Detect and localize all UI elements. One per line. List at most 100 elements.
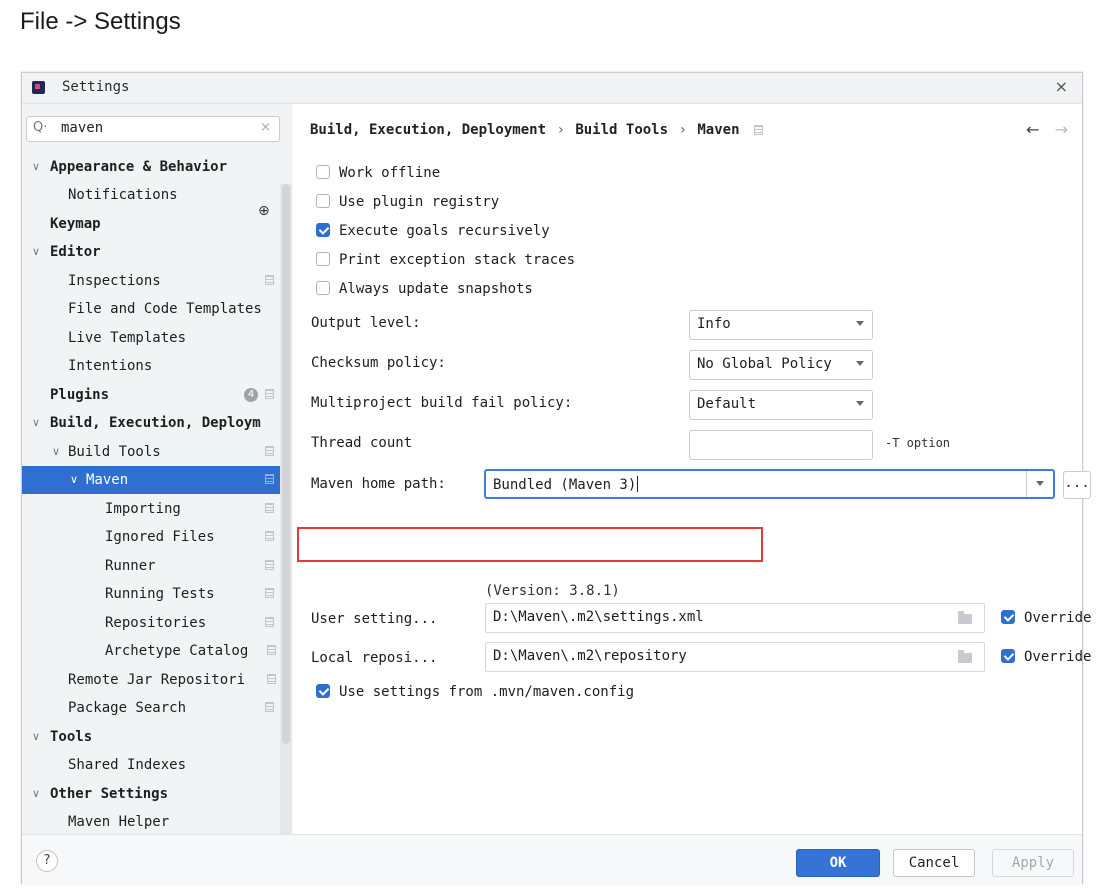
sidebar-item-label: Tools [50, 729, 93, 745]
zoom-in-icon: ⊕ [258, 203, 270, 219]
project-settings-icon [267, 674, 276, 684]
user-settings-input[interactable]: D:\Maven\.m2\settings.xml [485, 603, 985, 633]
checkbox-box-checked[interactable] [1001, 610, 1015, 624]
sidebar-item-file-code-templates[interactable]: File and Code Templates [22, 295, 292, 323]
sidebar-item-plugins[interactable]: Plugins 4 [22, 381, 292, 409]
sidebar-item-maven[interactable]: ∨ Maven [22, 466, 292, 494]
ok-button[interactable]: OK [796, 849, 880, 877]
window-title: Settings [62, 79, 130, 95]
sidebar-item-label: Other Settings [50, 786, 169, 802]
maven-home-label: Maven home path: [311, 476, 446, 492]
checkbox-box-checked[interactable] [316, 684, 330, 698]
sidebar-item-appearance-behavior[interactable]: ∨ Appearance & Behavior [22, 153, 292, 181]
checkbox-label: Override [1024, 610, 1092, 626]
sidebar-item-label: Build Tools [68, 444, 161, 460]
sidebar-item-inspections[interactable]: Inspections [22, 267, 292, 295]
sidebar-item-package-search[interactable]: Package Search [22, 694, 292, 722]
close-icon[interactable]: × [1055, 77, 1068, 96]
sidebar-item-tools[interactable]: ∨ Tools [22, 723, 292, 751]
settings-sidebar: Q· × ∨ Appearance & Behavior Notificatio… [22, 104, 292, 864]
cancel-button[interactable]: Cancel [893, 849, 975, 877]
checksum-policy-select[interactable]: No Global Policy [689, 350, 873, 380]
checkbox-box[interactable] [316, 165, 330, 179]
maven-home-value: Bundled (Maven 3) [493, 476, 639, 493]
project-settings-icon [265, 588, 274, 598]
checkbox-label: Execute goals recursively [339, 223, 550, 239]
checkbox-label: Use settings from .mvn/maven.config [339, 684, 635, 700]
chevron-down-icon: ∨ [32, 160, 41, 173]
project-settings-icon [265, 702, 274, 712]
sidebar-item-runner[interactable]: Runner [22, 552, 292, 580]
user-settings-value: D:\Maven\.m2\settings.xml [493, 609, 704, 625]
annotation-highlight-box [297, 527, 763, 562]
back-arrow-icon[interactable]: ← [1026, 120, 1039, 139]
sidebar-item-label: File and Code Templates [68, 301, 262, 317]
sidebar-item-editor[interactable]: ∨ Editor [22, 238, 292, 266]
sidebar-item-label: Maven Helper [68, 814, 170, 830]
scrollbar-thumb[interactable] [282, 184, 290, 744]
sidebar-item-notifications[interactable]: Notifications [22, 181, 292, 209]
checkbox-box[interactable] [316, 194, 330, 208]
sidebar-item-label: Archetype Catalog [105, 643, 249, 659]
text-caret [637, 476, 639, 492]
thread-count-input[interactable] [689, 430, 873, 460]
sidebar-item-build-tools[interactable]: ∨ Build Tools [22, 438, 292, 466]
search-input[interactable] [61, 120, 251, 136]
folder-icon[interactable] [958, 650, 972, 663]
checkbox-box[interactable] [316, 252, 330, 266]
sidebar-item-archetype-catalog[interactable]: Archetype Catalog [22, 637, 292, 665]
sidebar-item-label: Ignored Files [105, 529, 215, 545]
checkbox-label: Use plugin registry [339, 194, 500, 210]
sidebar-item-keymap[interactable]: Keymap [22, 210, 292, 238]
help-button[interactable]: ? [36, 850, 58, 872]
maven-home-select[interactable]: Bundled (Maven 3) [484, 469, 1055, 499]
intellij-app-icon [32, 81, 45, 94]
sidebar-item-remote-jar-repositories[interactable]: Remote Jar Repositori [22, 666, 292, 694]
sidebar-item-label: Remote Jar Repositori [68, 672, 246, 688]
checkbox-label: Print exception stack traces [339, 252, 576, 268]
breadcrumb-separator: › [556, 122, 565, 138]
sidebar-item-repositories[interactable]: Repositories [22, 609, 292, 637]
output-level-select[interactable]: Info [689, 310, 873, 340]
folder-icon[interactable] [958, 611, 972, 624]
checkbox-box-checked[interactable] [316, 223, 330, 237]
maven-version-text: (Version: 3.8.1) [485, 583, 620, 599]
forward-arrow-icon[interactable]: → [1055, 120, 1068, 139]
sidebar-item-live-templates[interactable]: Live Templates [22, 324, 292, 352]
breadcrumb-build-execution[interactable]: Build, Execution, Deployment [310, 122, 546, 138]
chevron-down-icon: ∨ [32, 787, 41, 800]
fail-policy-select[interactable]: Default [689, 390, 873, 420]
sidebar-item-ignored-files[interactable]: Ignored Files [22, 523, 292, 551]
chevron-down-icon[interactable] [1026, 471, 1053, 497]
apply-button[interactable]: Apply [992, 849, 1074, 877]
checkbox-label: Override [1024, 649, 1092, 665]
browse-button[interactable]: ... [1063, 471, 1091, 499]
search-box[interactable]: Q· × [26, 116, 280, 142]
sidebar-item-intentions[interactable]: Intentions [22, 352, 292, 380]
dialog-footer: ? OK Cancel Apply [22, 834, 1082, 885]
plugins-update-badge: 4 [244, 388, 258, 402]
sidebar-item-other-settings[interactable]: ∨ Other Settings [22, 780, 292, 808]
thread-count-hint: -T option [885, 436, 951, 450]
sidebar-item-label: Repositories [105, 615, 207, 631]
project-settings-icon [265, 446, 274, 456]
sidebar-item-maven-helper[interactable]: Maven Helper [22, 808, 292, 836]
project-settings-icon [265, 531, 274, 541]
checkbox-box[interactable] [316, 281, 330, 295]
maven-settings-panel: Build, Execution, Deployment › Build Too… [293, 104, 1091, 834]
thread-count-label: Thread count [311, 435, 413, 451]
breadcrumb-build-tools[interactable]: Build Tools [575, 122, 668, 138]
breadcrumb: Build, Execution, Deployment › Build Too… [310, 122, 763, 138]
sidebar-item-build-execution-deployment[interactable]: ∨ Build, Execution, Deploym [22, 409, 292, 437]
chevron-down-icon [856, 321, 864, 326]
user-settings-label: User setting... [311, 611, 438, 627]
sidebar-scrollbar[interactable] [280, 184, 292, 864]
chevron-down-icon: ∨ [32, 245, 41, 258]
sidebar-item-shared-indexes[interactable]: Shared Indexes [22, 751, 292, 779]
checkbox-box-checked[interactable] [1001, 649, 1015, 663]
checkbox-label: Always update snapshots [339, 281, 533, 297]
local-repository-input[interactable]: D:\Maven\.m2\repository [485, 642, 985, 672]
sidebar-item-running-tests[interactable]: Running Tests [22, 580, 292, 608]
clear-search-icon[interactable]: × [260, 120, 271, 135]
sidebar-item-importing[interactable]: Importing [22, 495, 292, 523]
